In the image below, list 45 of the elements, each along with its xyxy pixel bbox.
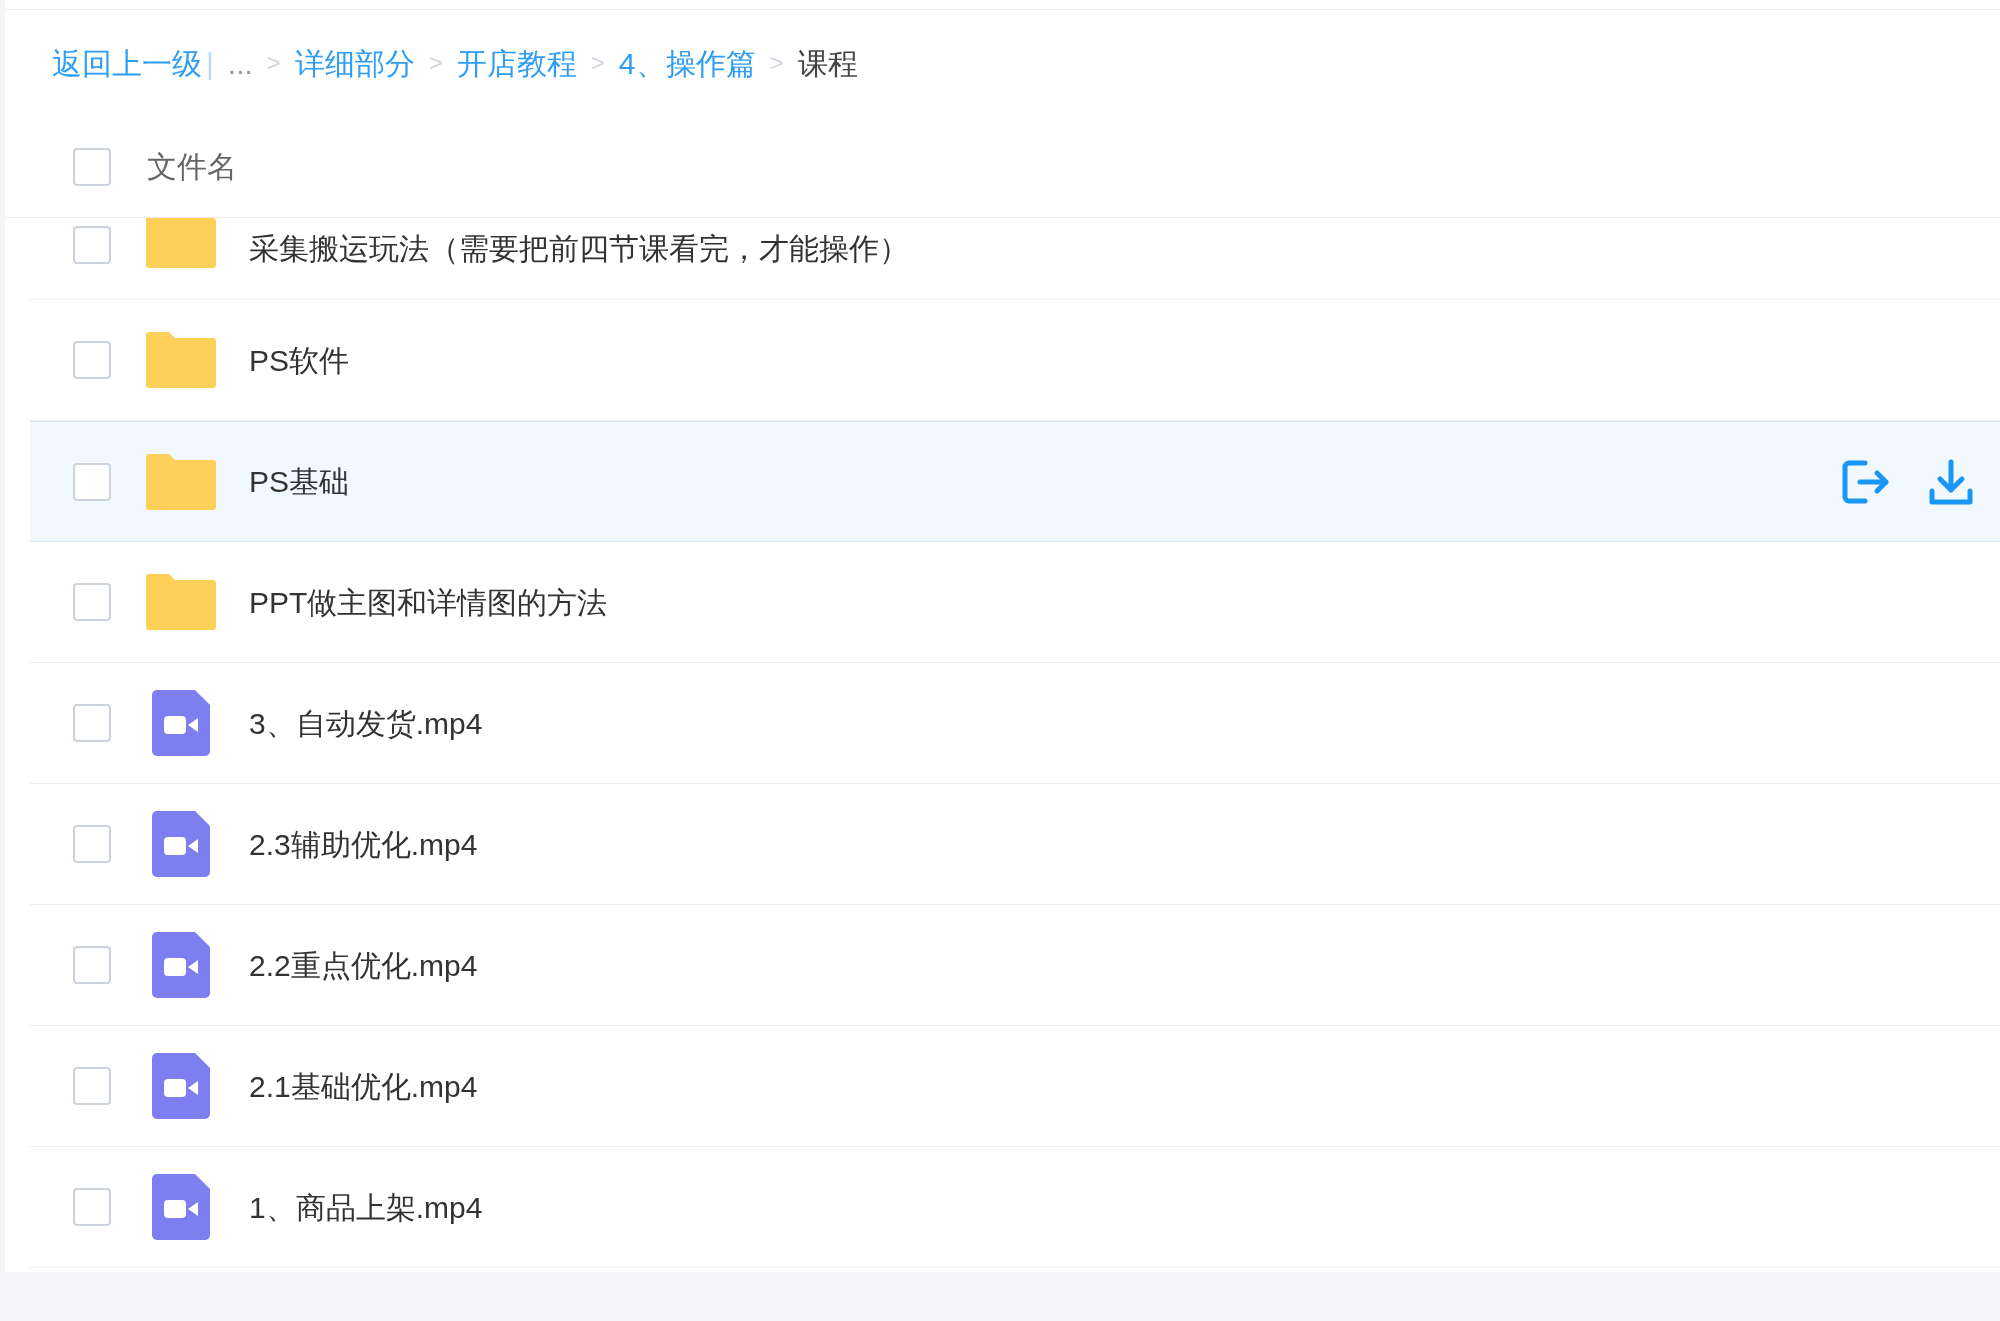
file-name[interactable]: 采集搬运玩法（需要把前四节课看完，才能操作） [249, 226, 909, 271]
breadcrumb-current: 课程 [797, 45, 858, 82]
file-name[interactable]: PS基础 [249, 459, 350, 504]
file-row[interactable]: PPT做主图和详情图的方法 [30, 542, 2000, 663]
file-name[interactable]: 2.3辅助优化.mp4 [249, 821, 478, 867]
video-file-icon [152, 1053, 210, 1119]
file-row[interactable]: 2.2重点优化.mp4 [30, 905, 2000, 1026]
checkbox[interactable] [73, 462, 111, 501]
folder-icon [146, 218, 216, 268]
column-header: 文件名 [147, 149, 237, 185]
download-icon[interactable] [1929, 458, 1973, 505]
video-file-icon [152, 811, 210, 877]
file-row[interactable]: PS基础 [30, 421, 2000, 542]
checkbox[interactable] [73, 147, 111, 186]
file-row[interactable]: 2.3辅助优化.mp4 [30, 784, 2000, 905]
video-file-icon [152, 690, 210, 756]
file-row[interactable]: 1、商品上架.mp4 [30, 1147, 2000, 1268]
file-name[interactable]: 2.1基础优化.mp4 [249, 1063, 478, 1109]
checkbox[interactable] [73, 226, 111, 264]
video-file-icon [152, 1174, 210, 1240]
file-row[interactable]: 3、自动发货.mp4 [30, 663, 2000, 784]
video-file-icon [152, 932, 210, 998]
checkbox[interactable] [73, 583, 111, 621]
breadcrumb-separator: > [590, 48, 605, 78]
breadcrumb-separator: > [428, 48, 443, 78]
file-name[interactable]: 2.2重点优化.mp4 [249, 942, 478, 988]
checkbox[interactable] [73, 946, 111, 984]
file-name[interactable]: 3、自动发货.mp4 [249, 700, 483, 746]
folder-icon [146, 332, 216, 388]
breadcrumb-separator: > [266, 48, 281, 78]
checkbox[interactable] [73, 825, 111, 863]
checkbox[interactable] [73, 1188, 111, 1226]
folder-icon [146, 453, 216, 510]
file-row[interactable]: 采集搬运玩法（需要把前四节课看完，才能操作） [30, 218, 2000, 300]
folder-icon [146, 574, 216, 630]
breadcrumb-divider: | [206, 45, 214, 82]
file-row[interactable]: 2.1基础优化.mp4 [30, 1026, 2000, 1147]
file-name[interactable]: PPT做主图和详情图的方法 [249, 579, 608, 625]
file-name[interactable]: PS软件 [249, 337, 350, 383]
checkbox[interactable] [73, 341, 111, 379]
breadcrumb-separator: > [769, 48, 784, 78]
file-name[interactable]: 1、商品上架.mp4 [249, 1184, 483, 1230]
checkbox[interactable] [73, 704, 111, 742]
share-icon[interactable] [1841, 458, 1891, 505]
checkbox[interactable] [73, 1067, 111, 1105]
